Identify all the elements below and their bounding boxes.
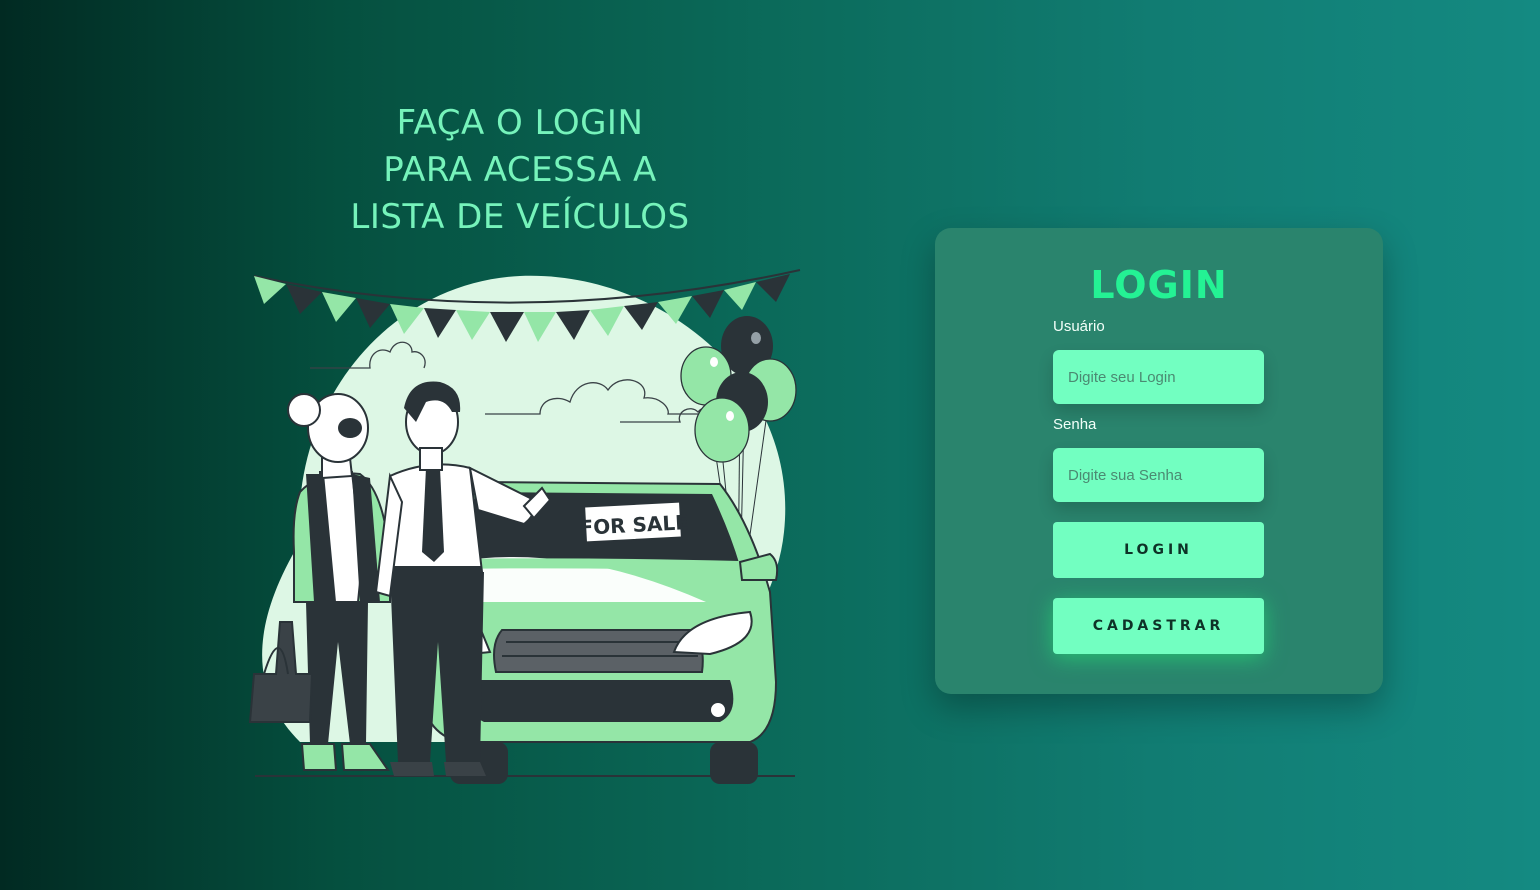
login-card: LOGIN Usuário Senha LOGIN CADASTRAR (935, 228, 1383, 694)
password-input[interactable] (1053, 448, 1264, 502)
login-card-title: LOGIN (1090, 263, 1228, 307)
car-sale-illustration: FOR SALE (248, 269, 801, 784)
hero-title: FAÇA O LOGIN PARA ACESSA A LISTA DE VEÍC… (300, 100, 740, 241)
hero-title-line-2: PARA ACESSA A (383, 150, 657, 190)
hero-title-line-1: FAÇA O LOGIN (396, 103, 644, 143)
register-button[interactable]: CADASTRAR (1053, 598, 1264, 654)
login-button[interactable]: LOGIN (1053, 522, 1264, 578)
username-input[interactable] (1053, 350, 1264, 404)
password-label: Senha (1053, 416, 1097, 433)
username-label: Usuário (1053, 318, 1105, 335)
hero-title-line-3: LISTA DE VEÍCULOS (350, 197, 690, 237)
